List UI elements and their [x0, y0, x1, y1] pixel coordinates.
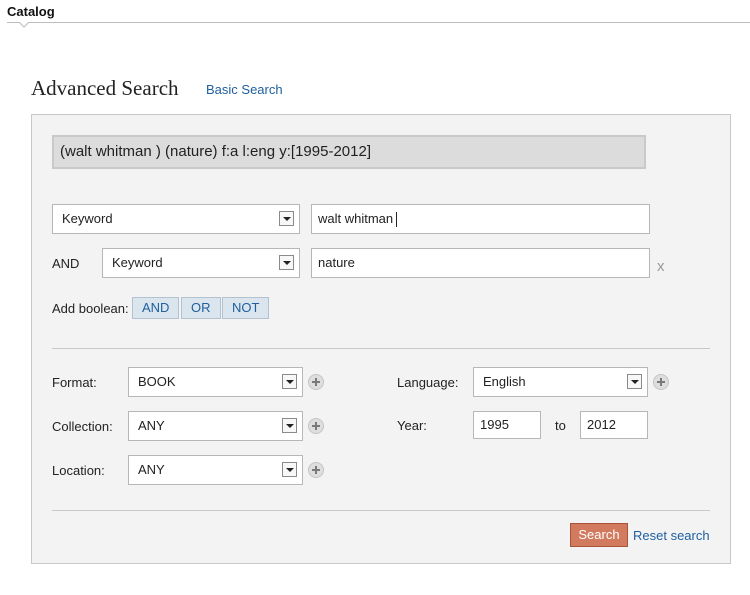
language-select-value: English	[483, 374, 526, 389]
tab-pointer-icon	[19, 22, 29, 28]
tab-divider	[7, 22, 750, 23]
collection-select[interactable]: ANY	[128, 411, 303, 441]
dropdown-arrow-icon	[282, 418, 297, 433]
add-boolean-label: Add boolean:	[52, 301, 129, 316]
section-divider	[52, 510, 710, 511]
location-label: Location:	[52, 463, 105, 478]
year-from-input[interactable]: 1995	[473, 411, 541, 439]
add-not-button[interactable]: NOT	[222, 297, 270, 319]
add-language-plus-icon[interactable]	[653, 374, 669, 390]
year-label: Year:	[397, 418, 427, 433]
add-collection-plus-icon[interactable]	[308, 418, 324, 434]
add-format-plus-icon[interactable]	[308, 374, 324, 390]
location-select-value: ANY	[138, 462, 165, 477]
location-select[interactable]: ANY	[128, 455, 303, 485]
remove-row-button[interactable]: x	[657, 258, 665, 275]
collection-label: Collection:	[52, 419, 113, 434]
page-title: Advanced Search	[31, 76, 179, 100]
search-term-input-2[interactable]: nature	[311, 248, 650, 278]
field-select-2-value: Keyword	[112, 255, 163, 270]
format-label: Format:	[52, 375, 97, 390]
format-select-value: BOOK	[138, 374, 176, 389]
dropdown-arrow-icon	[282, 462, 297, 477]
boolean-operator-label: AND	[52, 256, 80, 271]
year-to-input[interactable]: 2012	[580, 411, 648, 439]
search-term-input-1-value: walt whitman	[318, 211, 394, 226]
year-to-label: to	[555, 418, 566, 433]
add-location-plus-icon[interactable]	[308, 462, 324, 478]
search-term-input-2-value: nature	[318, 255, 355, 270]
dropdown-arrow-icon	[279, 255, 294, 270]
dropdown-arrow-icon	[279, 211, 294, 226]
language-label: Language:	[397, 375, 459, 390]
language-select[interactable]: English	[473, 367, 648, 397]
search-panel	[31, 114, 731, 564]
tab-catalog[interactable]: Catalog	[7, 4, 55, 19]
year-to-value: 2012	[587, 417, 616, 432]
dropdown-arrow-icon	[282, 374, 297, 389]
query-string-display: (walt whitman ) (nature) f:a l:eng y:[19…	[52, 135, 646, 169]
text-cursor	[396, 212, 398, 228]
dropdown-arrow-icon	[627, 374, 642, 389]
add-or-button[interactable]: OR	[181, 297, 221, 319]
section-divider	[52, 348, 710, 349]
reset-search-link[interactable]: Reset search	[633, 528, 710, 543]
field-select-1-value: Keyword	[62, 211, 113, 226]
format-select[interactable]: BOOK	[128, 367, 303, 397]
field-select-1[interactable]: Keyword	[52, 204, 300, 234]
field-select-2[interactable]: Keyword	[102, 248, 300, 278]
add-and-button[interactable]: AND	[132, 297, 180, 319]
search-button[interactable]: Search	[570, 523, 628, 547]
collection-select-value: ANY	[138, 418, 165, 433]
basic-search-link[interactable]: Basic Search	[206, 82, 283, 97]
year-from-value: 1995	[480, 417, 509, 432]
search-term-input-1[interactable]: walt whitman	[311, 204, 650, 234]
